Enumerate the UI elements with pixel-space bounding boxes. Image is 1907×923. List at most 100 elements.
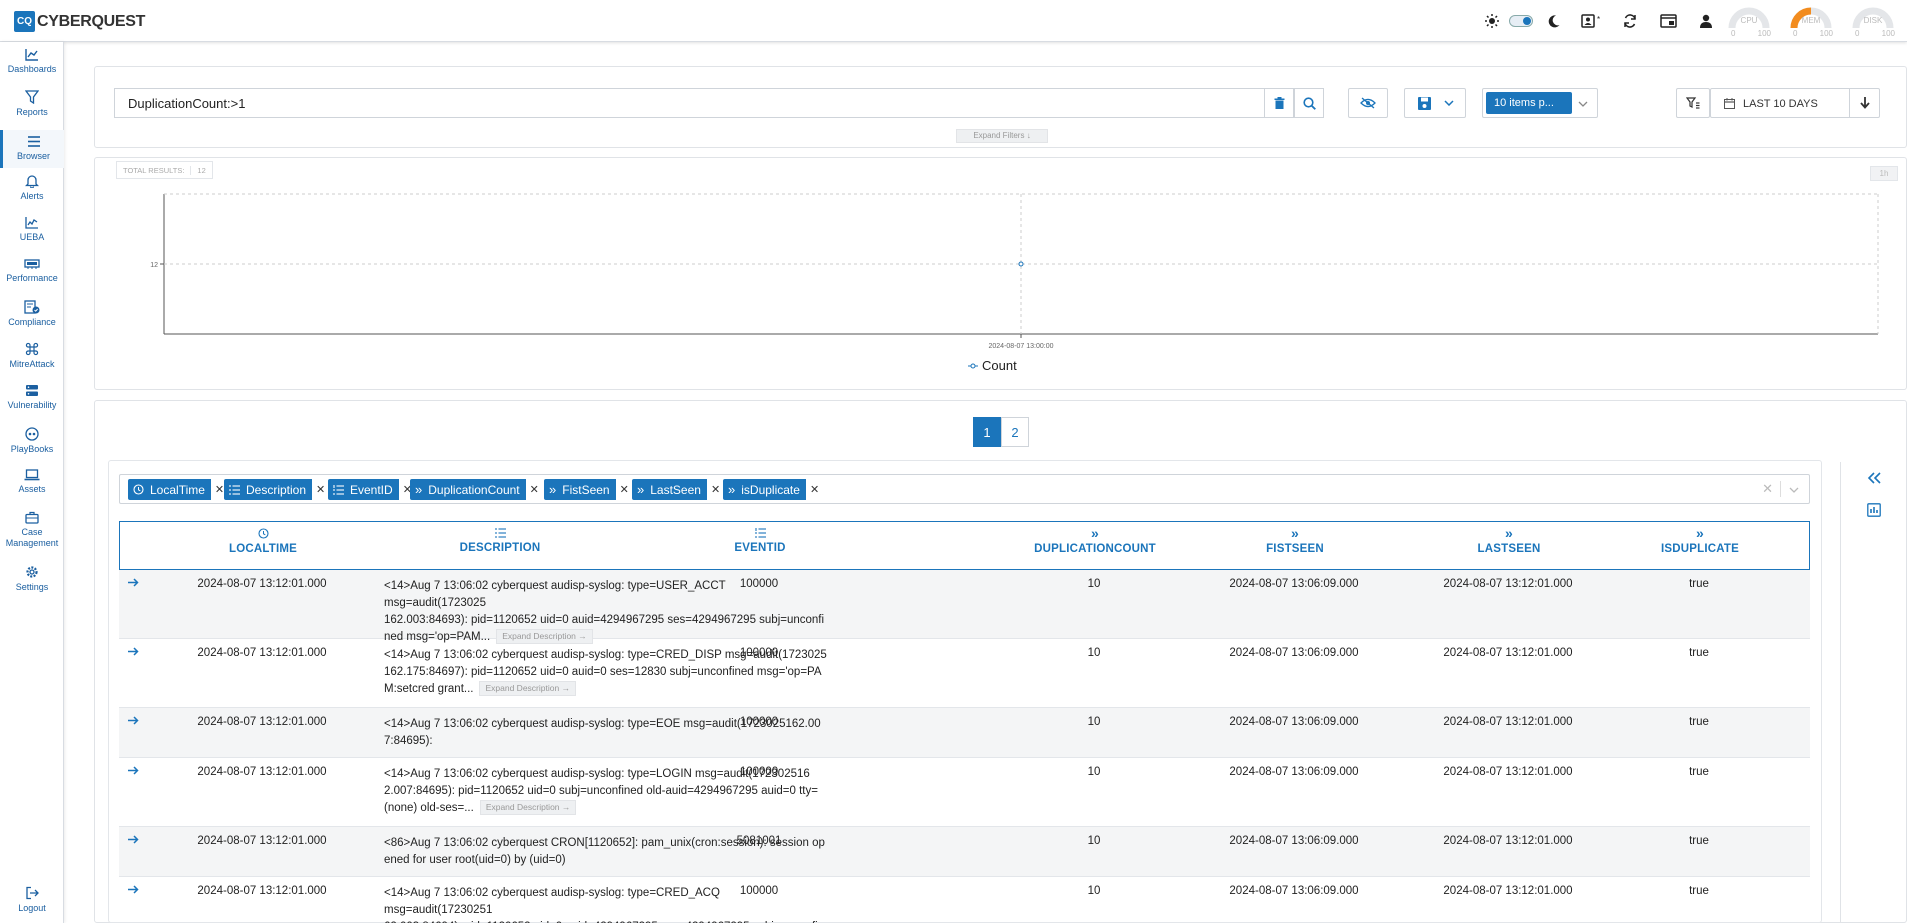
server-icon xyxy=(26,385,38,396)
cell-isduplicate: true xyxy=(1689,578,1709,590)
expand-row-button[interactable] xyxy=(128,835,139,847)
sidebar-item-reports[interactable]: Reports xyxy=(0,90,64,118)
y-tick-label: 12 xyxy=(150,262,158,269)
divider xyxy=(1780,481,1781,497)
sidebar-item-compliance[interactable]: Compliance xyxy=(0,300,64,328)
sidebar-item-browser[interactable]: Browser xyxy=(0,130,64,168)
cell-lastseen: 2024-08-07 13:12:01.000 xyxy=(1443,885,1573,897)
column-tag-localtime[interactable]: LocalTime ✕ xyxy=(128,479,229,500)
chart-toggle-button[interactable] xyxy=(1863,499,1885,521)
expand-description-button[interactable]: Expand Description → xyxy=(479,681,577,697)
description-line: <14>Aug 7 13:06:02 cyberquest audisp-sys… xyxy=(384,887,720,916)
expand-row-button[interactable] xyxy=(128,885,139,897)
column-tag-eventid[interactable]: EventID ✕ xyxy=(328,479,416,500)
cell-fistseen: 2024-08-07 13:06:09.000 xyxy=(1229,716,1359,728)
sun-icon[interactable] xyxy=(1481,10,1503,32)
double-chevron-icon: » xyxy=(549,481,557,497)
hide-filters-button[interactable] xyxy=(1348,88,1388,118)
remove-tag-icon[interactable]: ✕ xyxy=(525,479,543,500)
expand-row-button[interactable] xyxy=(128,766,139,778)
user-icon[interactable] xyxy=(1695,10,1717,32)
sidebar-item-dashboards[interactable]: Dashboards xyxy=(0,48,64,75)
sidebar-item-case-management[interactable]: Case Management xyxy=(0,511,64,549)
remove-tag-icon[interactable]: ✕ xyxy=(805,479,824,500)
sidebar-item-vulnerability[interactable]: Vulnerability xyxy=(0,384,64,411)
download-button[interactable] xyxy=(1849,89,1880,117)
sidebar-item-alerts[interactable]: Alerts xyxy=(0,174,64,202)
table-row[interactable]: 2024-08-07 13:12:01.000 <14>Aug 7 13:06:0… xyxy=(119,877,1810,923)
sidebar-item-mitreattack[interactable]: MitreAttack xyxy=(0,342,64,370)
page-1-button[interactable]: 1 xyxy=(973,417,1001,447)
cell-lastseen: 2024-08-07 13:12:01.000 xyxy=(1443,578,1573,590)
ordered-list-icon xyxy=(754,528,766,538)
browser-window-icon[interactable] xyxy=(1657,10,1679,32)
column-tag-description[interactable]: Description ✕ xyxy=(224,479,330,500)
expand-filters-button[interactable]: Expand Filters ↓ xyxy=(956,129,1048,143)
cell-localtime: 2024-08-07 13:12:01.000 xyxy=(197,766,327,778)
search-icon xyxy=(1302,96,1316,110)
double-chevron-icon: » xyxy=(415,481,423,497)
remove-tag-icon[interactable]: ✕ xyxy=(615,479,633,500)
table-row[interactable]: 2024-08-07 13:12:01.000 <86>Aug 7 13:06:0… xyxy=(119,827,1810,877)
chart-bar-icon xyxy=(1867,503,1881,517)
sidebar-item-performance[interactable]: Performance xyxy=(0,258,64,284)
arrow-right-icon xyxy=(128,885,139,894)
sidebar-item-ueba[interactable]: UEBA xyxy=(0,216,64,243)
column-tag-lastseen[interactable]: » LastSeen ✕ xyxy=(632,479,725,500)
page-2-button[interactable]: 2 xyxy=(1001,417,1029,447)
column-header-description[interactable]: DESCRIPTION xyxy=(425,528,575,554)
chevron-down-icon[interactable] xyxy=(1789,487,1799,493)
search-input[interactable]: DuplicationCount:>1 xyxy=(114,88,1264,118)
user-badge-icon[interactable]: * xyxy=(1581,10,1603,32)
sidebar-item-settings[interactable]: Settings xyxy=(0,565,64,593)
cell-fistseen: 2024-08-07 13:06:09.000 xyxy=(1229,578,1359,590)
side-tools-panel xyxy=(1840,462,1907,923)
save-dropdown-button[interactable] xyxy=(1404,88,1466,118)
cpu-gauge: CPU 0 100 xyxy=(1727,4,1771,38)
list-icon xyxy=(494,528,506,538)
sidebar-item-playbooks[interactable]: PlayBooks xyxy=(0,427,64,455)
column-tag-fistseen[interactable]: » FistSeen ✕ xyxy=(544,479,633,500)
expand-description-button[interactable]: Expand Description → xyxy=(479,800,577,816)
app-logo[interactable]: CQ CYBERQUEST xyxy=(14,11,145,32)
cell-duplicationcount: 10 xyxy=(1087,647,1101,659)
column-header-fistseen[interactable]: » FISTSEEN xyxy=(1245,526,1345,555)
moon-icon[interactable] xyxy=(1543,10,1565,32)
cell-isduplicate: true xyxy=(1689,885,1709,897)
filter-options-button[interactable] xyxy=(1676,88,1710,118)
cell-eventid: 100000 xyxy=(739,766,779,778)
logout-button[interactable]: Logout xyxy=(0,886,64,914)
cell-fistseen: 2024-08-07 13:06:09.000 xyxy=(1229,835,1359,847)
expand-row-button[interactable] xyxy=(128,716,139,728)
chart-line-icon xyxy=(25,217,38,229)
refresh-icon[interactable] xyxy=(1619,10,1641,32)
sidebar-item-assets[interactable]: Assets xyxy=(0,469,64,495)
theme-toggle[interactable] xyxy=(1509,15,1533,27)
cell-isduplicate: true xyxy=(1689,647,1709,659)
column-header-isduplicate[interactable]: » ISDUPLICATE xyxy=(1650,526,1750,555)
remove-tag-icon[interactable]: ✕ xyxy=(312,479,330,500)
clear-search-button[interactable] xyxy=(1264,88,1294,118)
collapse-panel-button[interactable] xyxy=(1863,467,1885,489)
description-line: 162.175:84697): pid=1120652 uid=0 auid=0… xyxy=(384,666,822,678)
column-selector[interactable]: LocalTime ✕ Description ✕ EventID ✕ » Dupli… xyxy=(119,474,1810,504)
column-tag-duplicationcount[interactable]: » DuplicationCount ✕ xyxy=(410,479,543,500)
column-header-lastseen[interactable]: » LASTSEEN xyxy=(1459,526,1559,555)
remove-tag-icon[interactable]: ✕ xyxy=(706,479,725,500)
column-header-localtime[interactable]: LOCALTIME xyxy=(200,528,326,555)
expand-row-button[interactable] xyxy=(128,578,139,590)
table-row[interactable]: 2024-08-07 13:12:01.000 <14>Aug 7 13:06:0… xyxy=(119,708,1810,758)
table-row[interactable]: 2024-08-07 13:12:01.000 <14>Aug 7 13:06:0… xyxy=(119,758,1810,827)
table-row[interactable]: 2024-08-07 13:12:01.000 <14>Aug 7 13:06:0… xyxy=(119,639,1810,708)
search-button[interactable] xyxy=(1294,88,1324,118)
clear-all-icon[interactable]: ✕ xyxy=(1762,481,1773,497)
column-header-eventid[interactable]: EVENTID xyxy=(710,528,810,554)
expand-row-button[interactable] xyxy=(128,647,139,659)
items-per-page-select[interactable]: 10 items p... xyxy=(1482,88,1598,118)
column-header-duplicationcount[interactable]: » DUPLICATIONCOUNT xyxy=(1030,526,1160,555)
interval-badge[interactable]: 1h xyxy=(1870,166,1898,181)
filter-icon xyxy=(25,90,39,104)
column-tag-isduplicate[interactable]: » isDuplicate ✕ xyxy=(723,479,824,500)
date-range-picker[interactable]: LAST 10 DAYS xyxy=(1710,88,1880,118)
table-row[interactable]: 2024-08-07 13:12:01.000 <14>Aug 7 13:06:0… xyxy=(119,570,1810,645)
